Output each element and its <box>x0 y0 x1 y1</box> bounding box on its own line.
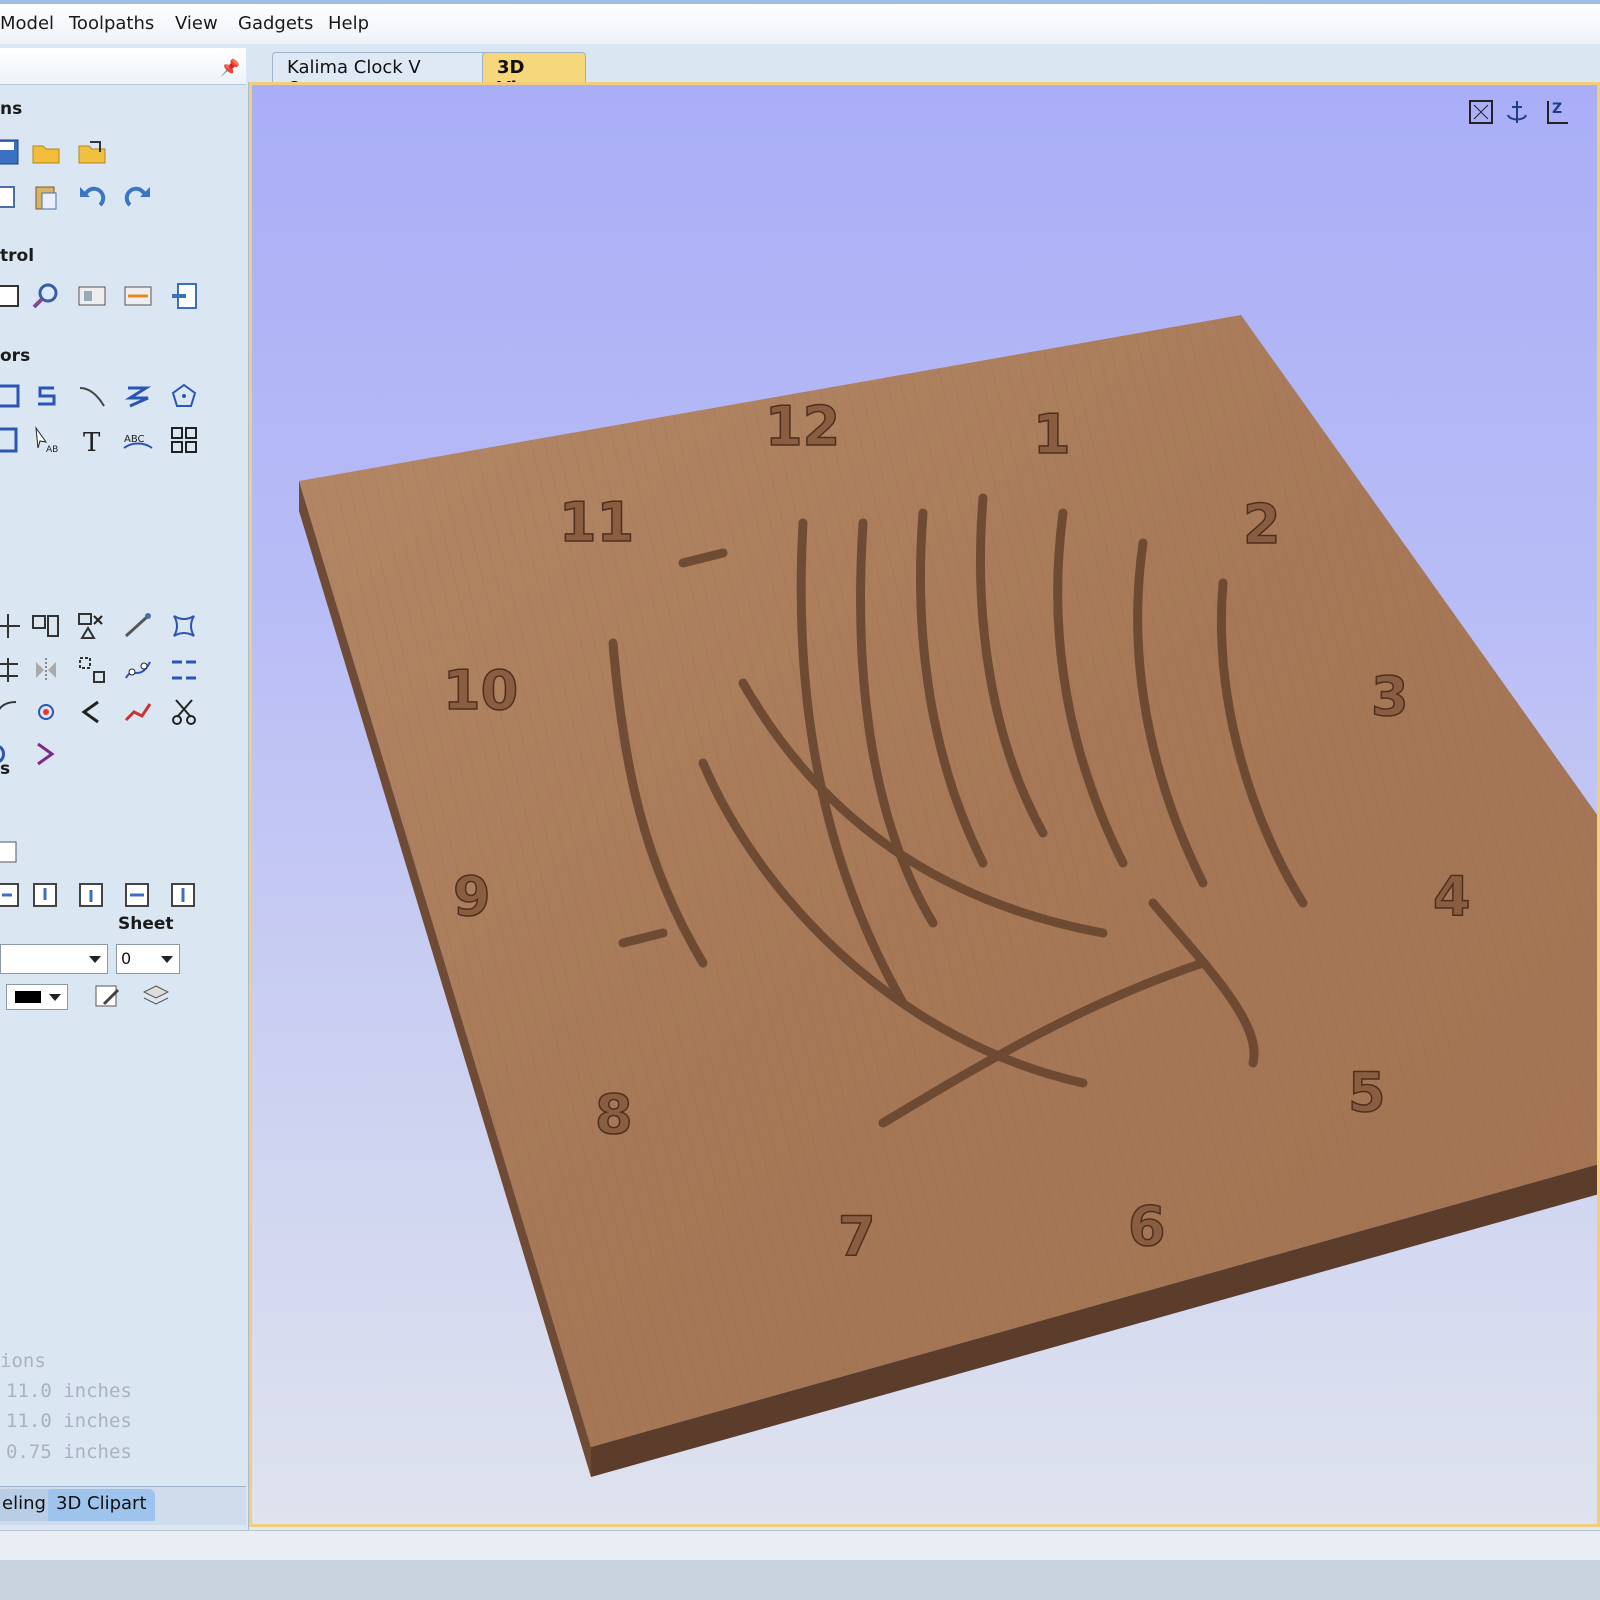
grid-array-icon[interactable] <box>168 424 200 456</box>
document-tabs: Kalima Clock V Carve 3D View <box>248 44 1600 99</box>
tab-modeling[interactable]: eling <box>0 1489 54 1521</box>
fillet-icon[interactable] <box>0 696 24 728</box>
group-icon[interactable] <box>30 610 62 642</box>
color-swatch <box>15 991 41 1003</box>
zoom-extents-icon[interactable] <box>0 280 24 312</box>
menu-model[interactable]: Model <box>0 13 54 34</box>
align-icon[interactable] <box>0 654 24 686</box>
sheet-dropdown[interactable]: 0 <box>116 944 180 974</box>
clock-number-7: 7 <box>838 1205 876 1268</box>
job-height: 11.0 inches <box>6 1410 132 1432</box>
layer-dropdown[interactable] <box>0 944 108 974</box>
clock-number-9: 9 <box>453 865 491 928</box>
save-icon[interactable] <box>0 136 24 168</box>
offset-icon[interactable] <box>30 696 62 728</box>
svg-text:AB: AB <box>46 445 58 455</box>
mirror-icon[interactable] <box>30 654 62 686</box>
clock-number-12: 12 <box>765 395 840 458</box>
corner-icon[interactable] <box>30 738 62 770</box>
nesting-icon[interactable] <box>168 654 200 686</box>
section-view-control: trol <box>0 246 35 266</box>
clock-number-4: 4 <box>1433 865 1471 928</box>
text-frame-icon[interactable] <box>0 424 24 456</box>
sheet-label: Sheet <box>118 914 174 934</box>
clock-number-2: 2 <box>1243 493 1281 556</box>
menu-view[interactable]: View <box>175 13 218 34</box>
select-text-icon[interactable]: AB <box>30 424 62 456</box>
job-info-title: ions <box>0 1350 46 1372</box>
rectangle-icon[interactable] <box>0 380 24 412</box>
clock-number-3: 3 <box>1371 665 1409 728</box>
tab-3d-view[interactable]: 3D View <box>482 52 586 99</box>
section-vectors: ors <box>0 346 31 366</box>
taskbar-strip <box>0 1560 1600 1600</box>
chevron-left-icon[interactable] <box>76 696 108 728</box>
clock-number-5: 5 <box>1348 1061 1386 1124</box>
array-copy-icon[interactable] <box>76 654 108 686</box>
curve-icon[interactable] <box>76 380 108 412</box>
text-on-curve-icon[interactable]: ABC <box>122 424 154 456</box>
open-file-icon[interactable] <box>76 136 108 168</box>
status-bar <box>0 1530 1600 1561</box>
chevron-down-icon <box>89 956 101 963</box>
center-vertical-icon[interactable] <box>168 880 200 912</box>
tab-kalima-clock[interactable]: Kalima Clock V Carve <box>272 52 490 99</box>
color-dropdown[interactable] <box>6 984 68 1010</box>
section-file-ops: ns <box>0 99 23 119</box>
drawing-panel: 📌 ns trol ors AB T ABC s Sheet 0 ions 11… <box>0 44 249 1552</box>
node-edit-icon[interactable] <box>122 654 154 686</box>
layer-properties-icon[interactable] <box>92 980 124 1012</box>
open-folder-icon[interactable] <box>30 136 62 168</box>
pan-icon[interactable] <box>122 280 154 312</box>
job-thickness: 0.75 inches <box>6 1441 132 1463</box>
polyline-icon[interactable] <box>30 380 62 412</box>
center-horizontal-icon[interactable] <box>122 880 154 912</box>
clock-number-1: 1 <box>1033 403 1071 466</box>
clock-number-6: 6 <box>1128 1195 1166 1258</box>
zoom-box-icon[interactable] <box>76 280 108 312</box>
menu-gadgets[interactable]: Gadgets <box>238 13 313 34</box>
menu-toolpaths[interactable]: Toolpaths <box>69 13 154 34</box>
clock-number-10: 10 <box>443 659 518 722</box>
move-icon[interactable] <box>0 610 24 642</box>
redo-icon[interactable] <box>122 181 154 213</box>
scissors-icon[interactable] <box>168 696 200 728</box>
panel-header: 📌 <box>0 48 246 85</box>
chevron-down-icon <box>49 994 61 1001</box>
job-width: 11.0 inches <box>6 1380 132 1402</box>
clock-number-8: 8 <box>595 1083 633 1146</box>
panel-bottom-tabs: eling 3D Clipart <box>0 1486 246 1525</box>
extend-icon[interactable] <box>122 696 154 728</box>
align-top-icon[interactable] <box>30 880 62 912</box>
zoom-icon[interactable] <box>30 280 62 312</box>
align-bottom-icon[interactable] <box>76 880 108 912</box>
pin-icon[interactable]: 📌 <box>220 58 240 77</box>
spiral-icon[interactable] <box>122 380 154 412</box>
box-icon[interactable] <box>0 836 24 868</box>
chevron-down-icon <box>161 956 173 963</box>
tab-3d-clipart[interactable]: 3D Clipart <box>48 1489 155 1521</box>
section-small: s <box>0 759 11 779</box>
clock-number-11: 11 <box>559 491 634 554</box>
ungroup-icon[interactable] <box>76 610 108 642</box>
svg-text:T: T <box>83 428 101 456</box>
menu-bar: Model Toolpaths View Gadgets Help <box>0 4 1600 45</box>
polygon-icon[interactable] <box>168 380 200 412</box>
3d-viewport[interactable]: Z 12 1 2 3 4 5 6 7 8 9 10 11 <box>249 82 1600 1527</box>
text-icon[interactable]: T <box>76 424 108 456</box>
clock-board-3d: 12 1234567891011 <box>299 315 1597 1477</box>
layer-icon[interactable] <box>168 280 200 312</box>
undo-icon[interactable] <box>76 181 108 213</box>
paste-icon[interactable] <box>30 181 62 213</box>
layers-icon[interactable] <box>140 980 172 1012</box>
align-left-icon[interactable] <box>0 880 24 912</box>
transform-icon[interactable] <box>168 610 200 642</box>
copy-icon[interactable] <box>0 181 24 213</box>
measure-icon[interactable] <box>122 610 154 642</box>
menu-help[interactable]: Help <box>328 13 369 34</box>
